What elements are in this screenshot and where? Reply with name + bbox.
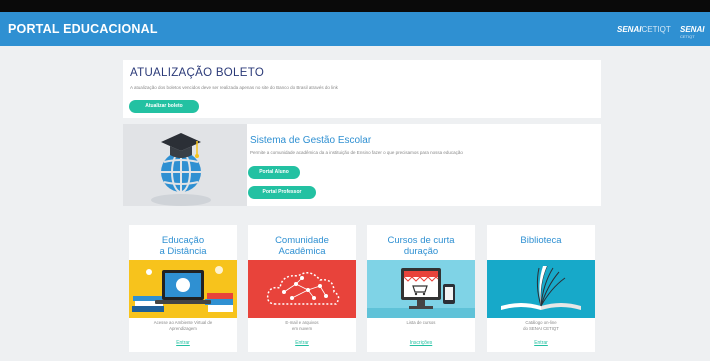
boleto-description: A atualização dos boletos vencidos deve … [130,85,338,90]
tile-title: Biblioteca [520,235,562,246]
tile-cursos-curta-duracao[interactable]: Cursos de curta duração Lista de cursos … [367,225,475,352]
header-bar: PORTAL EDUCACIONAL SENAICETIQT SENAI CET… [0,12,710,46]
senai-logo[interactable]: SENAI CETIQT [680,25,704,39]
senai-cetiqt-logo[interactable]: SENAICETIQT [617,25,671,34]
tile-title: Educação a Distância [159,235,207,257]
logo-senai-text: SENAI [617,25,642,34]
tile-biblioteca[interactable]: Biblioteca Catálogo on-line do SENAI CET… [487,225,595,352]
logo-cetiqt-text: CETIQT [641,25,671,34]
top-strip [0,0,710,12]
portal-aluno-button[interactable]: Portal Aluno [248,166,300,179]
atualizar-boleto-button[interactable]: Atualizar boleto [129,100,199,113]
boleto-title: ATUALIZAÇÃO BOLETO [130,67,265,79]
online-shop-image [367,260,475,318]
laptop-books-image [129,260,237,318]
portal-title[interactable]: PORTAL EDUCACIONAL [8,22,158,36]
tile-description: Lista de cursos [406,320,436,325]
graduation-globe-image [123,124,247,206]
sge-card: Sistema de Gestão Escolar Permite a comu… [123,124,601,206]
tile-title: Comunidade Acadêmica [275,235,329,257]
tile-title: Cursos de curta duração [387,235,455,257]
tile-link[interactable]: Inscrições [367,340,475,346]
logo2-sub-text: CETIQT [680,34,695,39]
tile-description: E-mail e arquivos em nuvem [285,320,319,331]
portal-professor-button[interactable]: Portal Professor [248,186,316,199]
tile-comunidade-academica[interactable]: Comunidade Acadêmica E-mail e arquivos e… [248,225,356,352]
open-book-image [487,260,595,318]
sge-description: Permite a comunidade acadêmica da a inst… [250,150,463,155]
sge-title: Sistema de Gestão Escolar [250,135,372,146]
tile-educacao-distancia[interactable]: Educação a Distância Acesse ao Ambiente … [129,225,237,352]
network-cloud-image [248,260,356,318]
boleto-card: ATUALIZAÇÃO BOLETO A atualização dos bol… [123,60,601,118]
tile-link[interactable]: Entrar [248,340,356,346]
tile-link[interactable]: Entrar [129,340,237,346]
tile-description: Acesse ao Ambiente Virtual de Aprendizag… [153,320,213,331]
logo2-senai-text: SENAI [680,25,705,34]
tile-link[interactable]: Entrar [487,340,595,346]
tile-description: Catálogo on-line do SENAI CETIQT [523,320,559,331]
